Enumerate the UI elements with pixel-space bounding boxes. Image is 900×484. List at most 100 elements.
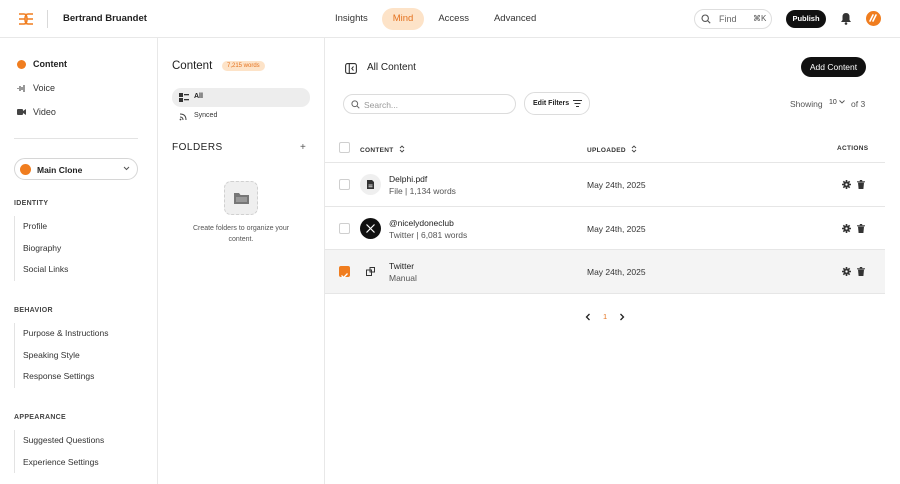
gear-icon[interactable]: [842, 180, 851, 189]
left-sidebar: Content Voice Video Main Clone IDENTITY …: [0, 38, 158, 484]
chevron-down-icon: [123, 166, 130, 171]
select-all-checkbox[interactable]: [339, 142, 350, 153]
clone-avatar: [20, 164, 31, 175]
sidebar-item-purpose[interactable]: Purpose & Instructions: [15, 323, 109, 345]
sidebar-item-response-settings[interactable]: Response Settings: [15, 366, 109, 388]
row-name: Twitter: [389, 261, 415, 271]
sidebar-divider: [14, 138, 138, 139]
toggle-panel-icon[interactable]: [345, 63, 357, 74]
voice-icon: [17, 84, 25, 92]
folder-icon: [234, 193, 249, 204]
nav-insights[interactable]: Insights: [324, 8, 379, 30]
chevron-down-icon: [838, 100, 845, 104]
filter-synced[interactable]: Synced: [172, 110, 310, 124]
row-actions: [842, 223, 865, 233]
row-date: May 24th, 2025: [587, 180, 646, 190]
add-folder-button[interactable]: +: [300, 142, 306, 153]
table-row[interactable]: Twitter Manual May 24th, 2025: [325, 250, 885, 294]
filter-all[interactable]: All: [172, 88, 310, 107]
sidebar-item-label: Voice: [33, 83, 56, 93]
publish-button[interactable]: Publish: [786, 10, 826, 28]
find-button[interactable]: Find ⌘K: [694, 9, 772, 29]
clone-selector[interactable]: Main Clone: [14, 158, 138, 180]
manual-icon: [366, 267, 375, 276]
row-icon: [360, 217, 381, 239]
filter-all-label: All: [194, 93, 203, 100]
row-icon: [360, 261, 381, 282]
sort-icon: [631, 145, 637, 153]
page-size-select[interactable]: 10: [829, 99, 845, 106]
add-content-button[interactable]: Add Content: [801, 57, 866, 77]
trash-icon[interactable]: [857, 267, 865, 276]
all-items-icon: [179, 93, 189, 102]
nav-mind[interactable]: Mind: [381, 8, 425, 30]
empty-folder-illustration: [224, 181, 258, 215]
edit-filters-button[interactable]: Edit Filters: [524, 92, 590, 115]
trash-icon[interactable]: [857, 180, 865, 189]
gear-icon[interactable]: [842, 223, 851, 233]
delphi-logo-icon[interactable]: [18, 12, 34, 26]
column-content-label: CONTENT: [360, 147, 394, 154]
sidebar-item-label: Video: [33, 107, 56, 117]
check-icon: [341, 273, 348, 279]
search-icon: [701, 14, 711, 24]
pagination: 1: [585, 312, 625, 321]
table-header: CONTENT UPLOADED ACTIONS: [325, 136, 885, 163]
row-icon: [360, 174, 381, 195]
nav-advanced[interactable]: Advanced: [483, 8, 547, 30]
sidebar-item-suggested-questions[interactable]: Suggested Questions: [15, 430, 104, 452]
search-icon: [351, 100, 360, 109]
sidebar-item-video[interactable]: Video: [17, 107, 56, 117]
row-date: May 24th, 2025: [587, 223, 646, 234]
top-bar: Bertrand Bruandet Insights Mind Access A…: [0, 0, 900, 38]
filter-synced-label: Synced: [194, 112, 218, 119]
row-checkbox[interactable]: [339, 222, 350, 234]
behavior-group: Purpose & Instructions Speaking Style Re…: [14, 323, 109, 388]
page-number-current[interactable]: 1: [603, 312, 607, 321]
column-content-header[interactable]: CONTENT: [360, 145, 405, 154]
chevron-right-icon[interactable]: [619, 313, 625, 321]
word-count-badge: 7,215 words: [222, 61, 265, 71]
bell-icon[interactable]: [840, 12, 852, 25]
appearance-group: Suggested Questions Experience Settings: [14, 430, 104, 473]
row-date: May 24th, 2025: [587, 267, 646, 277]
sidebar-item-voice[interactable]: Voice: [17, 83, 55, 93]
row-actions: [842, 267, 865, 276]
edit-filters-label: Edit Filters: [533, 100, 570, 107]
column-uploaded-header[interactable]: UPLOADED: [587, 145, 637, 154]
user-avatar[interactable]: [866, 11, 881, 26]
sidebar-item-social-links[interactable]: Social Links: [15, 259, 68, 281]
main-title: All Content: [367, 62, 416, 73]
sidebar-item-biography[interactable]: Biography: [15, 238, 68, 260]
gear-icon[interactable]: [842, 267, 851, 276]
row-checkbox-checked[interactable]: [339, 266, 350, 279]
sidebar-item-content[interactable]: Content: [17, 59, 67, 69]
main-nav: Insights Mind Access Advanced: [324, 8, 547, 30]
row-checkbox[interactable]: [339, 179, 350, 190]
sidebar-item-profile[interactable]: Profile: [15, 216, 68, 238]
sidebar-item-label: Content: [33, 59, 67, 69]
row-subtitle: Twitter | 6,081 words: [389, 229, 468, 240]
row-subtitle: Manual: [389, 273, 417, 283]
sidebar-item-speaking-style[interactable]: Speaking Style: [15, 345, 109, 367]
clone-label: Main Clone: [37, 165, 83, 175]
chevron-left-icon[interactable]: [585, 313, 591, 321]
table-row[interactable]: Delphi.pdf File | 1,134 words May 24th, …: [325, 163, 885, 207]
folders-title: FOLDERS: [172, 142, 223, 153]
header-divider: [47, 10, 48, 28]
row-actions: [842, 180, 865, 189]
nav-access[interactable]: Access: [427, 8, 480, 30]
search-input[interactable]: Search...: [343, 94, 516, 114]
column-uploaded-label: UPLOADED: [587, 147, 626, 154]
document-icon: [367, 180, 374, 189]
behavior-section-title: BEHAVIOR: [14, 307, 53, 314]
sidebar-item-experience-settings[interactable]: Experience Settings: [15, 452, 104, 474]
trash-icon[interactable]: [857, 223, 865, 233]
appearance-section-title: APPEARANCE: [14, 414, 67, 421]
sync-icon: [179, 113, 187, 121]
column-actions-header: ACTIONS: [837, 145, 869, 152]
table-row[interactable]: @nicelydoneclub Twitter | 6,081 words Ma…: [325, 207, 885, 250]
identity-section-title: IDENTITY: [14, 200, 49, 207]
row-subtitle: File | 1,134 words: [389, 186, 456, 196]
row-name: Delphi.pdf: [389, 174, 428, 184]
